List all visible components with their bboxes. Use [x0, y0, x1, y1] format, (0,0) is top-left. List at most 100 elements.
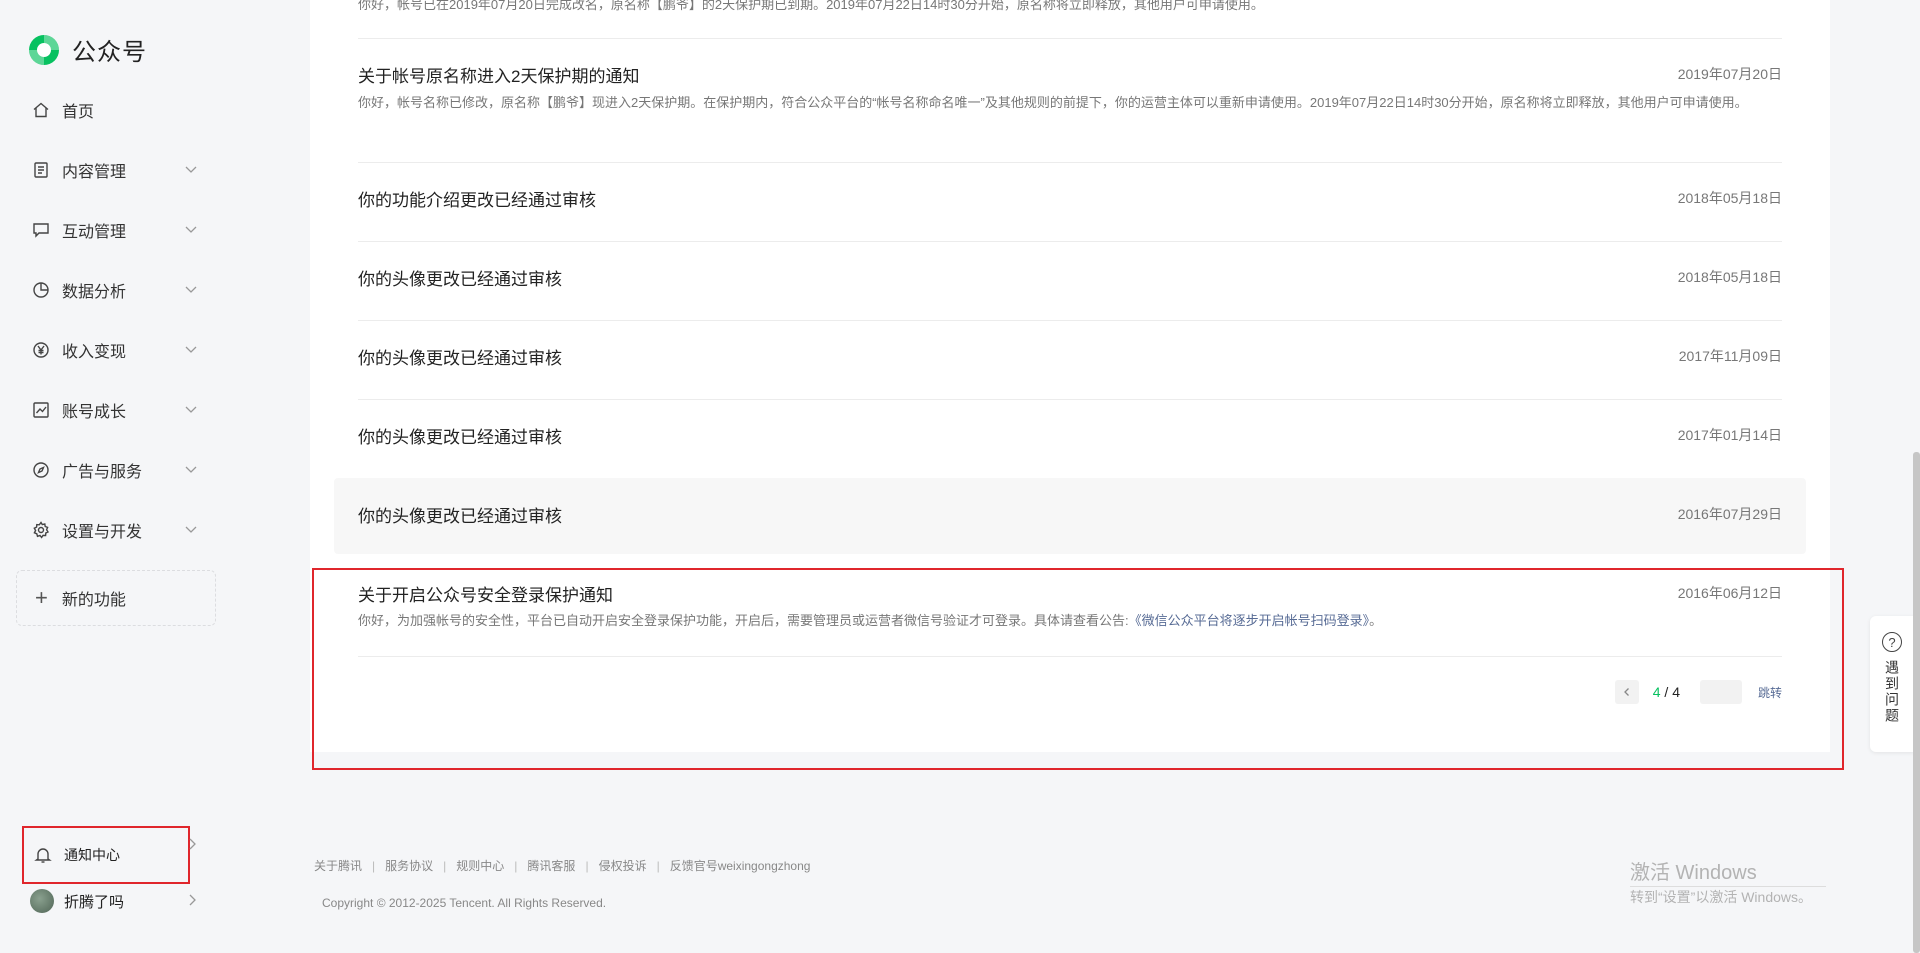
pie-chart-icon	[32, 281, 50, 299]
notification-date: 2016年07月29日	[1677, 506, 1782, 522]
notification-item[interactable]: 关于开启公众号安全登录保护通知 2016年06月12日 你好，为加强帐号的安全性…	[358, 581, 1782, 641]
divider	[358, 162, 1782, 163]
footer-separator: |	[443, 858, 447, 873]
compass-icon	[32, 461, 50, 479]
notification-title[interactable]: 你的头像更改已经通过审核	[358, 265, 562, 290]
chevron-down-icon	[184, 402, 198, 416]
sidebar-item-label: 收入变现	[62, 344, 127, 361]
chevron-down-icon	[184, 462, 198, 476]
page-jump-input[interactable]	[1699, 680, 1742, 704]
plus-icon: +	[35, 585, 48, 610]
divider	[358, 656, 1782, 657]
notification-date: 2018年05月18日	[1677, 269, 1782, 285]
sidebar-item-content[interactable]: 内容管理	[0, 140, 228, 200]
sidebar-item-label: 广告与服务	[62, 464, 143, 481]
footer-separator: |	[656, 858, 660, 873]
notification-item[interactable]: 你的功能介绍更改已经通过审核 2018年05月18日	[358, 186, 1782, 210]
notification-date: 2016年06月12日	[1677, 585, 1782, 601]
help-button[interactable]: ? 遇到问题	[1870, 616, 1914, 752]
notification-title[interactable]: 关于开启公众号安全登录保护通知	[358, 581, 613, 606]
notification-item[interactable]: 你的头像更改已经通过审核 2017年01月14日	[358, 423, 1782, 447]
notification-title[interactable]: 关于帐号原名称进入2天保护期的通知	[358, 62, 639, 87]
pagination: 4 / 4 跳转	[1614, 680, 1782, 704]
announcement-link[interactable]: 《微信公众平台将逐步开启帐号扫码登录》	[1129, 613, 1370, 628]
divider	[358, 320, 1782, 321]
chevron-down-icon	[184, 282, 198, 296]
divider	[358, 399, 1782, 400]
notification-desc-end: 。	[1369, 613, 1383, 628]
trend-chart-icon	[32, 401, 50, 419]
document-icon	[32, 161, 50, 179]
page-separator: /	[1660, 684, 1673, 700]
sidebar-item-home[interactable]: 首页	[0, 80, 228, 140]
notification-date: 2017年11月09日	[1678, 348, 1782, 364]
notification-title[interactable]: 你的头像更改已经通过审核	[358, 344, 562, 369]
wechat-official-logo-icon	[29, 34, 59, 65]
new-feature-label: 新的功能	[61, 592, 126, 609]
chevron-right-icon	[189, 838, 196, 850]
sidebar: 公众号 首页 内容管理 互动管理 数据分析 收入变现 账号成长 广告与服务 设置…	[0, 0, 228, 953]
page-indicator: 4 / 4	[1653, 684, 1680, 700]
page-jump-button[interactable]: 跳转	[1758, 684, 1782, 701]
notification-desc-text: 你好，为加强帐号的安全性，平台已自动开启安全登录保护功能，开启后，需要管理员或运…	[358, 613, 1129, 628]
help-label: 遇到问题	[1884, 660, 1900, 724]
footer-link-complaint[interactable]: 侵权投诉	[599, 857, 647, 874]
yuan-icon	[32, 341, 50, 359]
current-page: 4	[1652, 684, 1661, 700]
notification-list-card: 你好，帐号已在2019年07月20日完成改名，原名称【鹏爷】的2天保护期已到期。…	[310, 0, 1830, 752]
footer-separator: |	[585, 858, 589, 873]
logo[interactable]: 公众号	[28, 32, 147, 67]
app-name: 公众号	[72, 39, 147, 66]
notification-item[interactable]: 关于帐号原名称进入2天保护期的通知 2019年07月20日 你好，帐号名称已修改…	[358, 62, 1782, 142]
avatar	[30, 889, 54, 913]
watermark-line2: 转到“设置”以激活 Windows。	[1630, 889, 1813, 905]
footer-link-rules[interactable]: 规则中心	[456, 857, 504, 874]
notification-title[interactable]: 你的头像更改已经通过审核	[358, 502, 562, 527]
chevron-down-icon	[184, 222, 198, 236]
sidebar-item-label: 内容管理	[62, 164, 127, 181]
notification-desc: 你好，帐号名称已修改，原名称【鹏爷】现进入2天保护期。在保护期内，符合公众平台的…	[358, 95, 1748, 110]
notification-date: 2017年01月14日	[1677, 427, 1782, 443]
footer-link-feedback[interactable]: 反馈官号weixingongzhong	[670, 857, 811, 874]
footer-link-terms[interactable]: 服务协议	[385, 857, 433, 874]
notification-date: 2019年07月20日	[1677, 66, 1782, 82]
total-pages: 4	[1672, 684, 1680, 700]
sidebar-item-monetization[interactable]: 收入变现	[0, 320, 228, 380]
sidebar-item-growth[interactable]: 账号成长	[0, 380, 228, 440]
notification-item[interactable]: 你的头像更改已经通过审核 2018年05月18日	[358, 265, 1782, 289]
notification-title[interactable]: 你的功能介绍更改已经通过审核	[358, 186, 596, 211]
notification-title[interactable]: 你的头像更改已经通过审核	[358, 423, 562, 448]
notification-date: 2018年05月18日	[1677, 190, 1782, 206]
notification-item[interactable]: 你的头像更改已经通过审核 2017年11月09日	[358, 344, 1782, 368]
bell-icon	[34, 846, 52, 864]
divider	[358, 241, 1782, 242]
sidebar-item-settings[interactable]: 设置与开发	[0, 500, 228, 560]
question-icon: ?	[1882, 632, 1902, 652]
sidebar-item-label: 账号成长	[62, 404, 127, 421]
divider	[358, 38, 1782, 39]
notification-item[interactable]: 你的头像更改已经通过审核 2016年07月29日	[358, 502, 1782, 526]
notification-center-button[interactable]: 通知中心	[22, 826, 190, 884]
footer-link-about[interactable]: 关于腾讯	[314, 857, 362, 874]
gear-icon	[32, 521, 50, 539]
notification-desc: 你好，为加强帐号的安全性，平台已自动开启安全登录保护功能，开启后，需要管理员或运…	[358, 610, 1782, 632]
user-account[interactable]: 折腾了吗	[30, 888, 210, 914]
sidebar-item-ads-services[interactable]: 广告与服务	[0, 440, 228, 500]
sidebar-item-label: 首页	[62, 104, 95, 121]
sidebar-item-label: 互动管理	[62, 224, 127, 241]
notification-center-label: 通知中心	[64, 847, 120, 863]
footer-separator: |	[514, 858, 518, 873]
footer-separator: |	[372, 858, 376, 873]
sidebar-item-analytics[interactable]: 数据分析	[0, 260, 228, 320]
chat-icon	[32, 221, 50, 239]
chevron-left-icon	[1623, 688, 1629, 696]
sidebar-item-interaction[interactable]: 互动管理	[0, 200, 228, 260]
watermark-line1: 激活 Windows	[1630, 862, 1757, 884]
chevron-right-icon	[189, 894, 196, 906]
footer-link-support[interactable]: 腾讯客服	[527, 857, 575, 874]
prev-page-button[interactable]	[1614, 680, 1639, 704]
chevron-down-icon	[184, 342, 198, 356]
new-feature-button[interactable]: + 新的功能	[16, 570, 216, 626]
scrollbar-thumb[interactable]	[1913, 452, 1920, 953]
windows-activation-watermark: 激活 Windows 转到“设置”以激活 Windows。	[1630, 856, 1812, 907]
